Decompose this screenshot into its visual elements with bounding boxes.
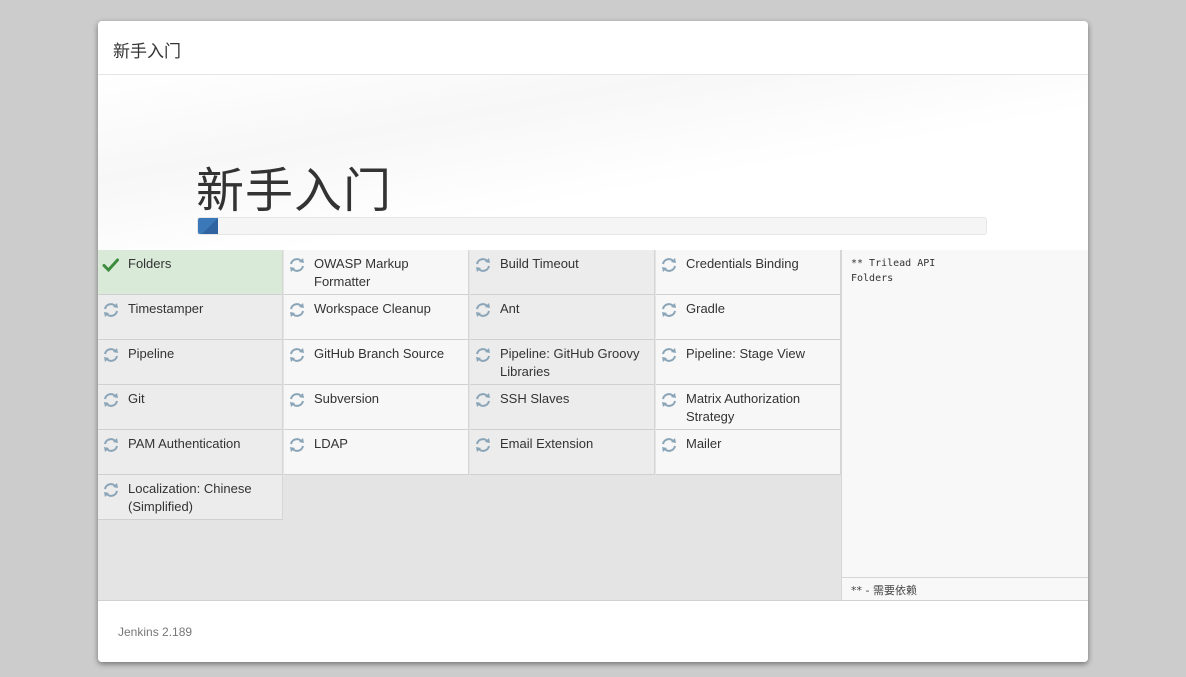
install-progress-bar: [197, 217, 987, 235]
plugin-name: Build Timeout: [500, 256, 579, 271]
install-log-panel: ** Trilead API Folders ** - 需要依赖: [841, 250, 1088, 600]
plugin-grid: Folders OWASP Markup Formatter Build Timeo…: [98, 250, 841, 520]
plugin-name: PAM Authentication: [128, 436, 241, 451]
plugin-item: PAM Authentication: [98, 430, 283, 475]
plugin-item: Timestamper: [98, 295, 283, 340]
refresh-icon: [290, 393, 304, 407]
refresh-icon: [476, 393, 490, 407]
plugin-item: Pipeline: Stage View: [656, 340, 841, 385]
plugin-item: Mailer: [656, 430, 841, 475]
jumbotron-title: 新手入门: [196, 163, 393, 219]
refresh-icon: [290, 258, 304, 272]
plugin-name: SSH Slaves: [500, 391, 570, 406]
refresh-icon: [476, 303, 490, 317]
plugin-name: Gradle: [686, 301, 726, 316]
plugin-name: Ant: [500, 301, 520, 316]
dialog-title: 新手入门: [113, 42, 181, 62]
setup-wizard-dialog: 新手入门 新手入门 Folders OWASP Markup Formatter B…: [98, 21, 1088, 662]
log-legend: ** - 需要依赖: [842, 577, 1088, 600]
plugin-item: Credentials Binding: [656, 250, 841, 295]
refresh-icon: [476, 438, 490, 452]
plugin-name: OWASP Markup Formatter: [314, 256, 409, 289]
plugin-item: Pipeline: [98, 340, 283, 385]
refresh-icon: [476, 348, 490, 362]
plugin-name: Git: [128, 391, 145, 406]
plugin-item: Matrix Authorization Strategy: [656, 385, 841, 430]
plugin-item: Subversion: [284, 385, 469, 430]
dialog-footer: Jenkins 2.189: [98, 600, 1088, 662]
plugin-item: Folders: [98, 250, 283, 295]
plugin-name: Pipeline: [128, 346, 175, 361]
plugin-item: SSH Slaves: [470, 385, 655, 430]
refresh-icon: [662, 393, 676, 407]
plugin-name: GitHub Branch Source: [314, 346, 445, 361]
plugin-name: Mailer: [686, 436, 722, 451]
plugin-name: Subversion: [314, 391, 380, 406]
install-body: Folders OWASP Markup Formatter Build Timeo…: [98, 250, 1088, 600]
plugin-name: Workspace Cleanup: [314, 301, 431, 316]
plugin-item: Localization: Chinese (Simplified): [98, 475, 283, 520]
refresh-icon: [104, 483, 118, 497]
install-log-text: ** Trilead API Folders: [851, 258, 936, 284]
jumbotron: 新手入门: [98, 75, 1088, 251]
refresh-icon: [290, 438, 304, 452]
plugin-name: Folders: [128, 256, 172, 271]
plugin-item: Build Timeout: [470, 250, 655, 295]
install-progress-fill: [198, 218, 218, 234]
version-label: Jenkins 2.189: [118, 625, 193, 639]
refresh-icon: [290, 303, 304, 317]
refresh-icon: [104, 348, 118, 362]
dialog-header: 新手入门: [98, 21, 1088, 75]
refresh-icon: [662, 438, 676, 452]
plugin-name: Pipeline: GitHub Groovy Libraries: [500, 346, 640, 379]
plugin-name: Matrix Authorization Strategy: [686, 391, 801, 424]
refresh-icon: [476, 258, 490, 272]
plugin-item: Gradle: [656, 295, 841, 340]
plugin-name: Email Extension: [500, 436, 594, 451]
plugin-name: Timestamper: [128, 301, 204, 316]
refresh-icon: [104, 438, 118, 452]
plugin-name: Pipeline: Stage View: [686, 346, 806, 361]
plugin-item: Pipeline: GitHub Groovy Libraries: [470, 340, 655, 385]
plugin-name: LDAP: [314, 436, 348, 451]
plugin-name: Localization: Chinese (Simplified): [128, 481, 252, 514]
plugin-item: Ant: [470, 295, 655, 340]
plugin-item: Workspace Cleanup: [284, 295, 469, 340]
refresh-icon: [662, 348, 676, 362]
plugin-item: Email Extension: [470, 430, 655, 475]
plugin-item: GitHub Branch Source: [284, 340, 469, 385]
refresh-icon: [290, 348, 304, 362]
refresh-icon: [104, 393, 118, 407]
plugin-item: OWASP Markup Formatter: [284, 250, 469, 295]
plugin-name: Credentials Binding: [686, 256, 799, 271]
refresh-icon: [662, 258, 676, 272]
refresh-icon: [662, 303, 676, 317]
refresh-icon: [104, 303, 118, 317]
plugin-item: LDAP: [284, 430, 469, 475]
plugin-item: Git: [98, 385, 283, 430]
check-icon: [102, 258, 119, 273]
